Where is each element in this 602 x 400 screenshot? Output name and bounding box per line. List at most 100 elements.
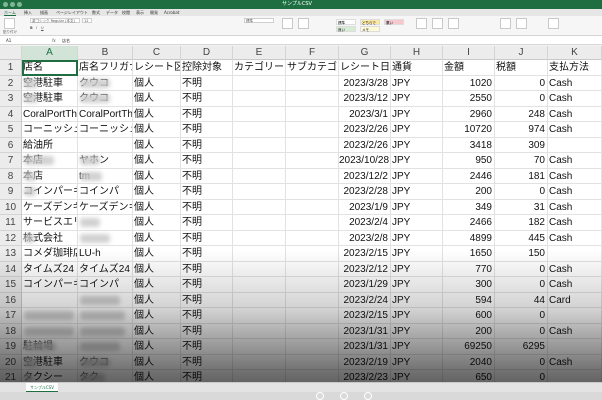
- cell-g[interactable]: 2023/2/4: [339, 215, 391, 231]
- cell-c[interactable]: 個人: [133, 339, 181, 355]
- format-cells-button[interactable]: [448, 18, 459, 29]
- tab-page-layout[interactable]: ページレイアウト: [56, 9, 88, 16]
- cell-g[interactable]: 2023/2/28: [339, 184, 391, 200]
- cell-h[interactable]: JPY: [391, 261, 443, 277]
- fx-icon[interactable]: fx: [52, 36, 56, 45]
- tab-review[interactable]: 校閲: [122, 9, 130, 16]
- cell-h[interactable]: JPY: [391, 122, 443, 138]
- row-header[interactable]: 9: [0, 184, 22, 200]
- cell-e[interactable]: [233, 261, 286, 277]
- insert-cells-button[interactable]: [416, 18, 427, 29]
- cell-k[interactable]: Cash: [548, 323, 602, 339]
- cell-c[interactable]: 個人: [133, 199, 181, 215]
- cell-c[interactable]: 個人: [133, 292, 181, 308]
- conditional-format-button[interactable]: [282, 18, 293, 29]
- cell-i[interactable]: 200: [443, 323, 495, 339]
- cell-j[interactable]: 0: [495, 323, 548, 339]
- cell-j[interactable]: 税額: [495, 60, 548, 76]
- row-header[interactable]: 17: [0, 308, 22, 324]
- cell-d[interactable]: 不明: [181, 292, 233, 308]
- row-header[interactable]: 19: [0, 339, 22, 355]
- cell-i[interactable]: 600: [443, 308, 495, 324]
- cell-d[interactable]: 不明: [181, 354, 233, 370]
- cell-d[interactable]: 不明: [181, 277, 233, 293]
- format-as-table-button[interactable]: [298, 18, 309, 29]
- cell-a[interactable]: コメダ珈琲店: [22, 246, 78, 262]
- cell-h[interactable]: JPY: [391, 184, 443, 200]
- cell-e[interactable]: [233, 246, 286, 262]
- row-header[interactable]: 2: [0, 75, 22, 91]
- cell-i[interactable]: 10720: [443, 122, 495, 138]
- cell-f[interactable]: [286, 308, 339, 324]
- cell-c[interactable]: 個人: [133, 168, 181, 184]
- cell-j[interactable]: 6295: [495, 339, 548, 355]
- cell-g[interactable]: レシート日付: [339, 60, 391, 76]
- cell-f[interactable]: [286, 277, 339, 293]
- cell-k[interactable]: Cash: [548, 168, 602, 184]
- style-normal[interactable]: 標準: [336, 19, 356, 25]
- cell-b[interactable]: [78, 137, 133, 153]
- row-header[interactable]: 3: [0, 91, 22, 107]
- cell-c[interactable]: 個人: [133, 261, 181, 277]
- cell-d[interactable]: 控除対象: [181, 60, 233, 76]
- cell-c[interactable]: 個人: [133, 137, 181, 153]
- formula-input[interactable]: 店名: [62, 36, 70, 45]
- cell-g[interactable]: 2023/1/29: [339, 277, 391, 293]
- cell-g[interactable]: 2023/2/26: [339, 122, 391, 138]
- cell-i[interactable]: 3418: [443, 137, 495, 153]
- cell-h[interactable]: JPY: [391, 339, 443, 355]
- cell-k[interactable]: Cash: [548, 354, 602, 370]
- column-header-i[interactable]: I: [443, 46, 495, 60]
- column-header-j[interactable]: J: [495, 46, 548, 60]
- cell-i[interactable]: 650: [443, 370, 495, 382]
- cell-k[interactable]: Cash: [548, 184, 602, 200]
- cell-i[interactable]: 4899: [443, 230, 495, 246]
- cell-e[interactable]: [233, 168, 286, 184]
- cell-k[interactable]: Cash: [548, 199, 602, 215]
- cell-d[interactable]: 不明: [181, 91, 233, 107]
- cell-d[interactable]: 不明: [181, 199, 233, 215]
- row-header[interactable]: 16: [0, 292, 22, 308]
- cell-d[interactable]: 不明: [181, 122, 233, 138]
- cell-h[interactable]: JPY: [391, 308, 443, 324]
- sheet-tab-active[interactable]: サンプルCSV: [26, 383, 58, 392]
- cell-e[interactable]: [233, 354, 286, 370]
- cell-g[interactable]: 2023/3/12: [339, 91, 391, 107]
- cell-f[interactable]: [286, 168, 339, 184]
- find-select-button[interactable]: [516, 18, 527, 29]
- cell-e[interactable]: [233, 199, 286, 215]
- cell-g[interactable]: 2023/2/26: [339, 137, 391, 153]
- cell-d[interactable]: 不明: [181, 246, 233, 262]
- pause-control-icon[interactable]: [340, 392, 348, 400]
- style-good[interactable]: 良い: [336, 26, 356, 32]
- row-header[interactable]: 20: [0, 354, 22, 370]
- cell-j[interactable]: 181: [495, 168, 548, 184]
- sort-filter-button[interactable]: [500, 18, 511, 29]
- cell-i[interactable]: 2466: [443, 215, 495, 231]
- cell-f[interactable]: [286, 153, 339, 169]
- cell-i[interactable]: 200: [443, 184, 495, 200]
- cell-h[interactable]: 通貨: [391, 60, 443, 76]
- tab-insert[interactable]: 挿入: [24, 9, 32, 16]
- cell-k[interactable]: Cash: [548, 153, 602, 169]
- cell-k[interactable]: Cash: [548, 215, 602, 231]
- font-name-select[interactable]: 游ゴシック Regular (本文): [30, 18, 80, 23]
- cell-e[interactable]: [233, 106, 286, 122]
- cell-g[interactable]: 2023/2/15: [339, 308, 391, 324]
- cell-j[interactable]: 309: [495, 137, 548, 153]
- cell-i[interactable]: 300: [443, 277, 495, 293]
- cell-j[interactable]: 0: [495, 91, 548, 107]
- column-header-a[interactable]: A: [22, 46, 78, 60]
- cell-j[interactable]: 150: [495, 246, 548, 262]
- column-header-c[interactable]: C: [133, 46, 181, 60]
- cell-j[interactable]: 0: [495, 277, 548, 293]
- cell-b[interactable]: タイムズ24: [78, 261, 133, 277]
- cell-e[interactable]: [233, 370, 286, 382]
- row-header[interactable]: 8: [0, 168, 22, 184]
- name-box[interactable]: A1: [6, 37, 30, 44]
- cell-c[interactable]: 個人: [133, 122, 181, 138]
- cell-h[interactable]: JPY: [391, 153, 443, 169]
- cell-k[interactable]: Cash: [548, 122, 602, 138]
- cell-h[interactable]: JPY: [391, 354, 443, 370]
- cell-b[interactable]: コインパ: [78, 184, 133, 200]
